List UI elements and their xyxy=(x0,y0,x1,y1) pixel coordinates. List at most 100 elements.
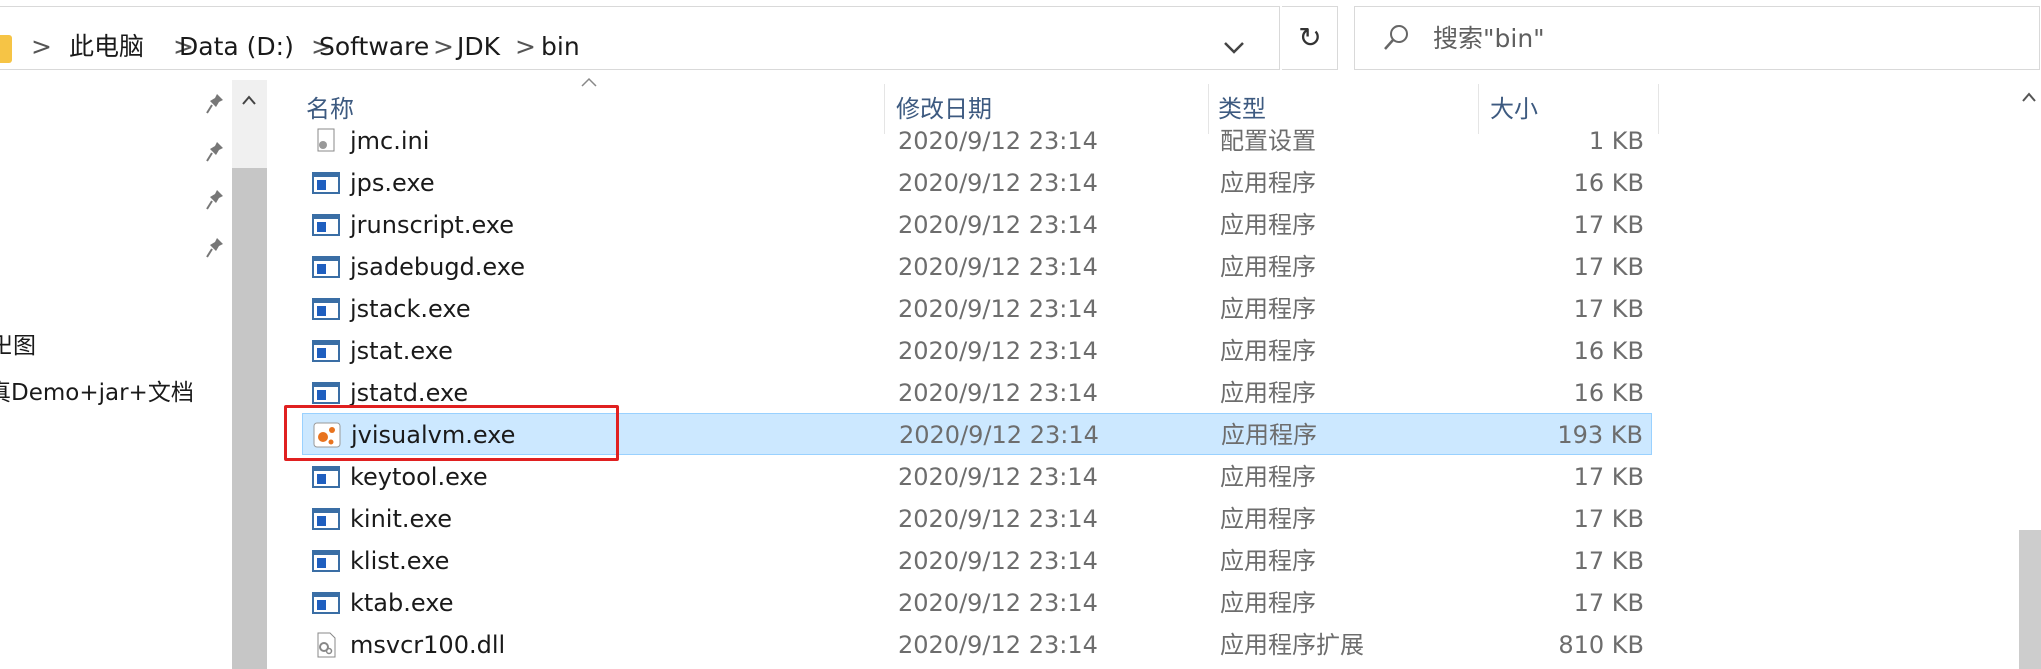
nav-scrollbar-thumb[interactable] xyxy=(232,168,267,669)
file-type: 应用程序 xyxy=(1220,337,1316,365)
nav-scrollbar[interactable] xyxy=(232,80,267,669)
exe-icon xyxy=(312,550,340,572)
address-bar-area: > 此电脑 > Data (D:) > Software > JDK > bin… xyxy=(0,0,2041,80)
file-type: 应用程序 xyxy=(1221,421,1317,449)
file-size: 17 KB xyxy=(1573,547,1644,575)
file-size: 193 KB xyxy=(1557,421,1643,449)
file-size: 17 KB xyxy=(1573,505,1644,533)
file-type: 应用程序扩展 xyxy=(1220,631,1364,659)
file-type: 应用程序 xyxy=(1220,463,1316,491)
navigation-pane: 卍图 真Demo+jar+文档 xyxy=(0,80,232,669)
breadcrumb-separator[interactable]: > xyxy=(515,29,536,65)
file-type: 应用程序 xyxy=(1220,379,1316,407)
exe-icon xyxy=(312,592,340,614)
file-date: 2020/9/12 23:14 xyxy=(898,547,1098,575)
file-row[interactable]: kinit.exe 2020/9/12 23:14 应用程序 17 KB xyxy=(302,498,1652,540)
address-bar[interactable]: > 此电脑 > Data (D:) > Software > JDK > bin xyxy=(0,6,1280,70)
file-size: 810 KB xyxy=(1558,631,1644,659)
file-list-scrollbar-thumb[interactable] xyxy=(2019,530,2041,669)
file-name: jmc.ini xyxy=(350,127,430,155)
file-size: 17 KB xyxy=(1573,295,1644,323)
chevron-up-icon[interactable] xyxy=(2021,90,2037,106)
dll-icon xyxy=(317,632,336,658)
file-name: keytool.exe xyxy=(350,463,488,491)
breadcrumb-data-drive[interactable]: Data (D:) xyxy=(179,29,294,65)
search-box[interactable]: 搜索"bin" xyxy=(1354,6,2040,70)
file-size: 1 KB xyxy=(1588,127,1644,155)
file-type: 应用程序 xyxy=(1220,253,1316,281)
breadcrumb-this-pc[interactable]: 此电脑 xyxy=(69,29,144,65)
breadcrumb-separator[interactable]: > xyxy=(31,29,52,65)
file-size: 17 KB xyxy=(1573,211,1644,239)
breadcrumb-separator[interactable]: > xyxy=(433,29,454,65)
chevron-up-icon[interactable] xyxy=(240,92,258,110)
file-name: kinit.exe xyxy=(350,505,453,533)
breadcrumb-software[interactable]: Software xyxy=(319,29,429,65)
pin-icon[interactable] xyxy=(206,237,224,259)
file-name: jstack.exe xyxy=(350,295,471,323)
exe-icon xyxy=(312,172,340,194)
file-name: jstat.exe xyxy=(350,337,453,365)
file-type: 应用程序 xyxy=(1220,589,1316,617)
settings-file-icon xyxy=(317,128,335,152)
file-size: 16 KB xyxy=(1573,379,1644,407)
file-name: msvcr100.dll xyxy=(350,631,506,659)
chevron-down-icon xyxy=(1224,42,1244,54)
file-date: 2020/9/12 23:14 xyxy=(898,295,1098,323)
file-type: 配置设置 xyxy=(1220,127,1316,155)
file-date: 2020/9/12 23:14 xyxy=(898,169,1098,197)
exe-icon xyxy=(312,382,340,404)
file-name: jps.exe xyxy=(350,169,435,197)
exe-icon xyxy=(312,340,340,362)
file-size: 17 KB xyxy=(1573,463,1644,491)
file-type: 应用程序 xyxy=(1220,505,1316,533)
file-name: jrunscript.exe xyxy=(350,211,515,239)
search-icon xyxy=(1384,25,1408,50)
file-size: 17 KB xyxy=(1573,589,1644,617)
column-divider[interactable] xyxy=(1658,84,1659,134)
file-row[interactable]: klist.exe 2020/9/12 23:14 应用程序 17 KB xyxy=(302,540,1652,582)
file-date: 2020/9/12 23:14 xyxy=(898,253,1098,281)
exe-icon xyxy=(312,298,340,320)
file-row[interactable]: jstack.exe 2020/9/12 23:14 应用程序 17 KB xyxy=(302,288,1652,330)
file-name: jsadebugd.exe xyxy=(350,253,525,281)
pin-icon[interactable] xyxy=(206,93,224,115)
annotation-highlight-box xyxy=(284,405,619,461)
folder-icon xyxy=(0,35,12,63)
file-date: 2020/9/12 23:14 xyxy=(899,421,1099,449)
file-row[interactable]: jstat.exe 2020/9/12 23:14 应用程序 16 KB xyxy=(302,330,1652,372)
nav-item[interactable]: 卍图 xyxy=(0,330,36,362)
file-row[interactable]: jps.exe 2020/9/12 23:14 应用程序 16 KB xyxy=(302,162,1652,204)
file-row[interactable]: keytool.exe 2020/9/12 23:14 应用程序 17 KB xyxy=(302,456,1652,498)
file-row[interactable]: jmc.ini 2020/9/12 23:14 配置设置 1 KB xyxy=(302,120,1652,162)
address-history-dropdown[interactable] xyxy=(1219,32,1249,62)
file-row[interactable]: msvcr100.dll 2020/9/12 23:14 应用程序扩展 810 … xyxy=(302,624,1652,666)
file-date: 2020/9/12 23:14 xyxy=(898,631,1098,659)
file-list-scrollbar[interactable] xyxy=(2016,80,2041,669)
file-row[interactable]: ktab.exe 2020/9/12 23:14 应用程序 17 KB xyxy=(302,582,1652,624)
file-type: 应用程序 xyxy=(1220,169,1316,197)
exe-icon xyxy=(312,466,340,488)
pin-icon[interactable] xyxy=(206,141,224,163)
pin-icon[interactable] xyxy=(206,189,224,211)
file-size: 16 KB xyxy=(1573,337,1644,365)
file-date: 2020/9/12 23:14 xyxy=(898,379,1098,407)
file-size: 16 KB xyxy=(1573,169,1644,197)
file-type: 应用程序 xyxy=(1220,211,1316,239)
file-date: 2020/9/12 23:14 xyxy=(898,337,1098,365)
file-name: klist.exe xyxy=(350,547,450,575)
file-date: 2020/9/12 23:14 xyxy=(898,463,1098,491)
exe-icon xyxy=(312,214,340,236)
file-date: 2020/9/12 23:14 xyxy=(898,589,1098,617)
file-row[interactable]: jrunscript.exe 2020/9/12 23:14 应用程序 17 K… xyxy=(302,204,1652,246)
exe-icon xyxy=(312,256,340,278)
file-row[interactable]: jsadebugd.exe 2020/9/12 23:14 应用程序 17 KB xyxy=(302,246,1652,288)
refresh-button[interactable]: ↻ xyxy=(1282,6,1338,70)
breadcrumb-jdk[interactable]: JDK xyxy=(457,29,500,65)
file-date: 2020/9/12 23:14 xyxy=(898,127,1098,155)
search-placeholder: 搜索"bin" xyxy=(1433,24,1545,53)
file-name: ktab.exe xyxy=(350,589,454,617)
nav-item[interactable]: 真Demo+jar+文档 xyxy=(0,377,194,409)
exe-icon xyxy=(312,508,340,530)
breadcrumb-bin[interactable]: bin xyxy=(541,29,580,65)
